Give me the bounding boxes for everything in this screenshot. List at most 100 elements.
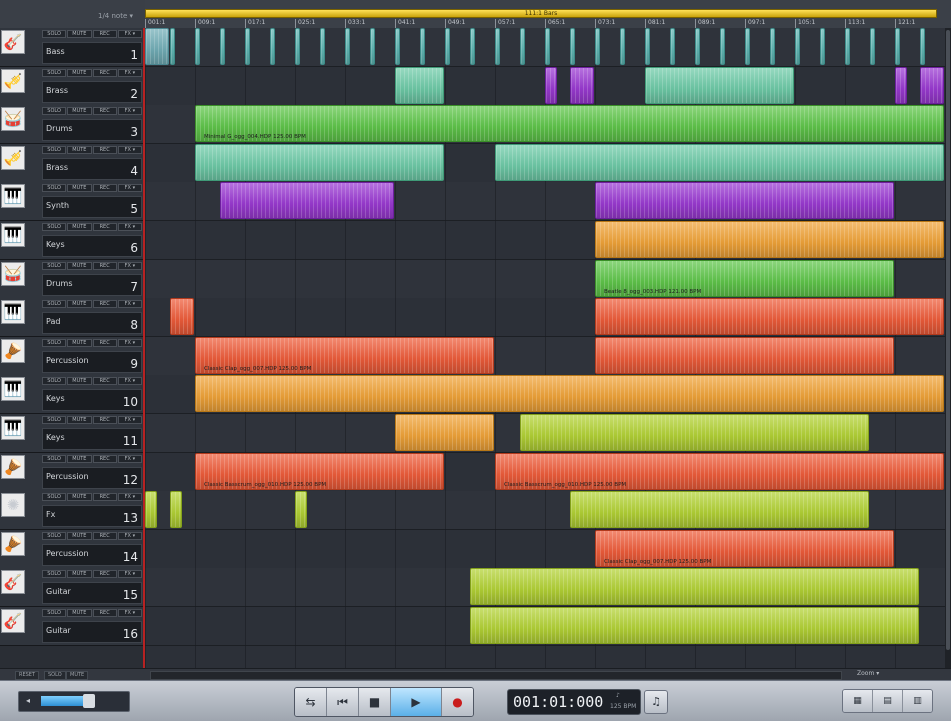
audio-object[interactable] (770, 28, 776, 65)
rec-button[interactable]: REC (92, 416, 117, 424)
track-header[interactable]: 🪘 SOLO MUTE REC FX ▾ Percussion 12 (0, 452, 143, 492)
mute-button[interactable]: MUTE (67, 338, 92, 347)
audio-object[interactable] (495, 143, 944, 181)
congas-icon[interactable]: 🪘 (1, 454, 25, 479)
audio-object[interactable] (670, 28, 676, 65)
play-button[interactable]: ▶ (391, 688, 442, 716)
solo-button[interactable]: SOLO (42, 107, 67, 116)
audio-object[interactable] (545, 28, 551, 65)
trumpet-icon[interactable]: 🎺 (1, 68, 25, 93)
audio-object[interactable] (220, 182, 394, 220)
rewind-button[interactable]: ⏮ (327, 688, 359, 716)
track-header[interactable]: 🥁 SOLO MUTE REC FX ▾ Drums 7 (0, 259, 143, 299)
audio-object[interactable] (345, 28, 351, 65)
audio-object[interactable] (645, 66, 794, 104)
rec-button[interactable]: REC (92, 338, 117, 347)
audio-object[interactable] (170, 491, 182, 529)
audio-object[interactable] (395, 414, 494, 451)
zoom-dropdown[interactable]: Zoom ▾ (857, 670, 879, 677)
audio-object[interactable] (595, 298, 944, 336)
rec-button[interactable]: REC (92, 30, 117, 38)
track-header[interactable]: 🪘 SOLO MUTE REC FX ▾ Percussion 9 (0, 336, 143, 376)
track-name-field[interactable]: Guitar 15 (42, 582, 142, 605)
rec-button[interactable]: REC (92, 68, 117, 77)
solo-button[interactable]: SOLO (42, 145, 67, 154)
audio-object[interactable] (545, 66, 557, 104)
audio-object[interactable]: Beatle 8_ogg_003.HDP 121.00 BPM (595, 259, 894, 297)
mute-button[interactable]: MUTE (67, 68, 92, 77)
fx-button[interactable]: FX ▾ (117, 300, 142, 309)
audio-object[interactable] (570, 66, 594, 104)
fx-button[interactable]: FX ▾ (117, 30, 142, 38)
audio-object[interactable] (895, 66, 907, 104)
arrangement-area[interactable]: Minimal G_ogg_004.HDP 125.00 BPM Beatle 8… (145, 28, 945, 668)
fx-button[interactable]: FX ▾ (117, 493, 142, 502)
mute-button[interactable]: MUTE (67, 531, 92, 540)
rec-button[interactable]: REC (92, 531, 117, 540)
track-header[interactable]: 🎹 SOLO MUTE REC FX ▾ Keys 11 (0, 414, 143, 453)
track-name-field[interactable]: Percussion 14 (42, 543, 142, 566)
solo-button[interactable]: SOLO (42, 531, 67, 540)
audio-object[interactable] (145, 491, 157, 529)
record-button[interactable]: ● (442, 688, 473, 716)
audio-object[interactable] (145, 28, 169, 65)
drum-icon[interactable]: 🥁 (1, 261, 25, 286)
audio-object[interactable] (395, 66, 444, 104)
solo-button[interactable]: SOLO (42, 223, 67, 231)
solo-button[interactable]: SOLO (42, 609, 67, 617)
position-handle[interactable] (83, 694, 95, 708)
audio-object[interactable] (320, 28, 326, 65)
mute-button[interactable]: MUTE (67, 184, 92, 193)
audio-object[interactable] (795, 28, 801, 65)
rec-button[interactable]: REC (92, 223, 117, 231)
audio-object[interactable] (370, 28, 376, 65)
track-header[interactable]: 🎺 SOLO MUTE REC FX ▾ Brass 2 (0, 66, 143, 106)
solo-button[interactable]: SOLO (42, 68, 67, 77)
mute-button[interactable]: MUTE (67, 609, 92, 617)
track-name-field[interactable]: Guitar 16 (42, 621, 142, 643)
audio-object[interactable] (170, 28, 176, 65)
audio-object[interactable] (820, 28, 826, 65)
fx-button[interactable]: FX ▾ (117, 531, 142, 540)
audio-object[interactable] (470, 607, 919, 644)
audio-object[interactable] (570, 28, 576, 65)
keyboard-icon[interactable]: 🎹 (1, 416, 25, 440)
snap-dropdown[interactable]: 1/4 note ▾ (98, 12, 133, 20)
audio-object[interactable] (595, 182, 894, 220)
rec-button[interactable]: REC (92, 300, 117, 309)
arranger-view-icon[interactable]: ▦ (843, 690, 873, 712)
rec-button[interactable]: REC (92, 609, 117, 617)
track-header[interactable]: 🎸 SOLO MUTE REC FX ▾ Guitar 16 (0, 607, 143, 646)
position-slider[interactable]: ◂ (18, 691, 130, 712)
audio-object[interactable] (920, 66, 944, 104)
mute-button[interactable]: MUTE (67, 300, 92, 309)
audio-object[interactable] (870, 28, 876, 65)
loop-button[interactable]: ⇆ (295, 688, 327, 716)
audio-object[interactable]: Minimal G_ogg_004.HDP 125.00 BPM (195, 105, 944, 143)
fx-button[interactable]: FX ▾ (117, 454, 142, 463)
audio-object[interactable]: Classic Clap_ogg_007.HDP 125.00 BPM (195, 336, 494, 374)
fx-button[interactable]: FX ▾ (117, 609, 142, 617)
track-header[interactable]: 🥁 SOLO MUTE REC FX ▾ Drums 3 (0, 105, 143, 145)
solo-button[interactable]: SOLO (42, 338, 67, 347)
rec-button[interactable]: REC (92, 107, 117, 116)
track-name-field[interactable]: Keys 10 (42, 389, 142, 412)
guitar-icon[interactable]: 🎸 (1, 570, 25, 595)
timeline-ruler[interactable]: 111:1 Bars 001:1 009:1 017:1 025:1 033:1 041:… (145, 0, 951, 29)
fx-button[interactable]: FX ▾ (117, 107, 142, 116)
track-name-field[interactable]: Drums 3 (42, 119, 142, 142)
audio-object[interactable] (220, 28, 226, 65)
track-name-field[interactable]: Percussion 12 (42, 466, 142, 489)
audio-object[interactable] (520, 414, 869, 451)
mute-button[interactable]: MUTE (67, 493, 92, 502)
mute-button[interactable]: MUTE (67, 261, 92, 270)
guitar-icon[interactable]: 🎸 (1, 609, 25, 633)
audio-object[interactable] (620, 28, 626, 65)
audio-object[interactable] (495, 28, 501, 65)
keyboard-icon[interactable]: 🎹 (1, 377, 25, 402)
rec-button[interactable]: REC (92, 570, 117, 579)
sound-fx-icon[interactable]: ✺ (1, 493, 25, 518)
audio-object[interactable] (170, 298, 194, 336)
solo-button[interactable]: SOLO (42, 300, 67, 309)
audio-object[interactable] (470, 28, 476, 65)
